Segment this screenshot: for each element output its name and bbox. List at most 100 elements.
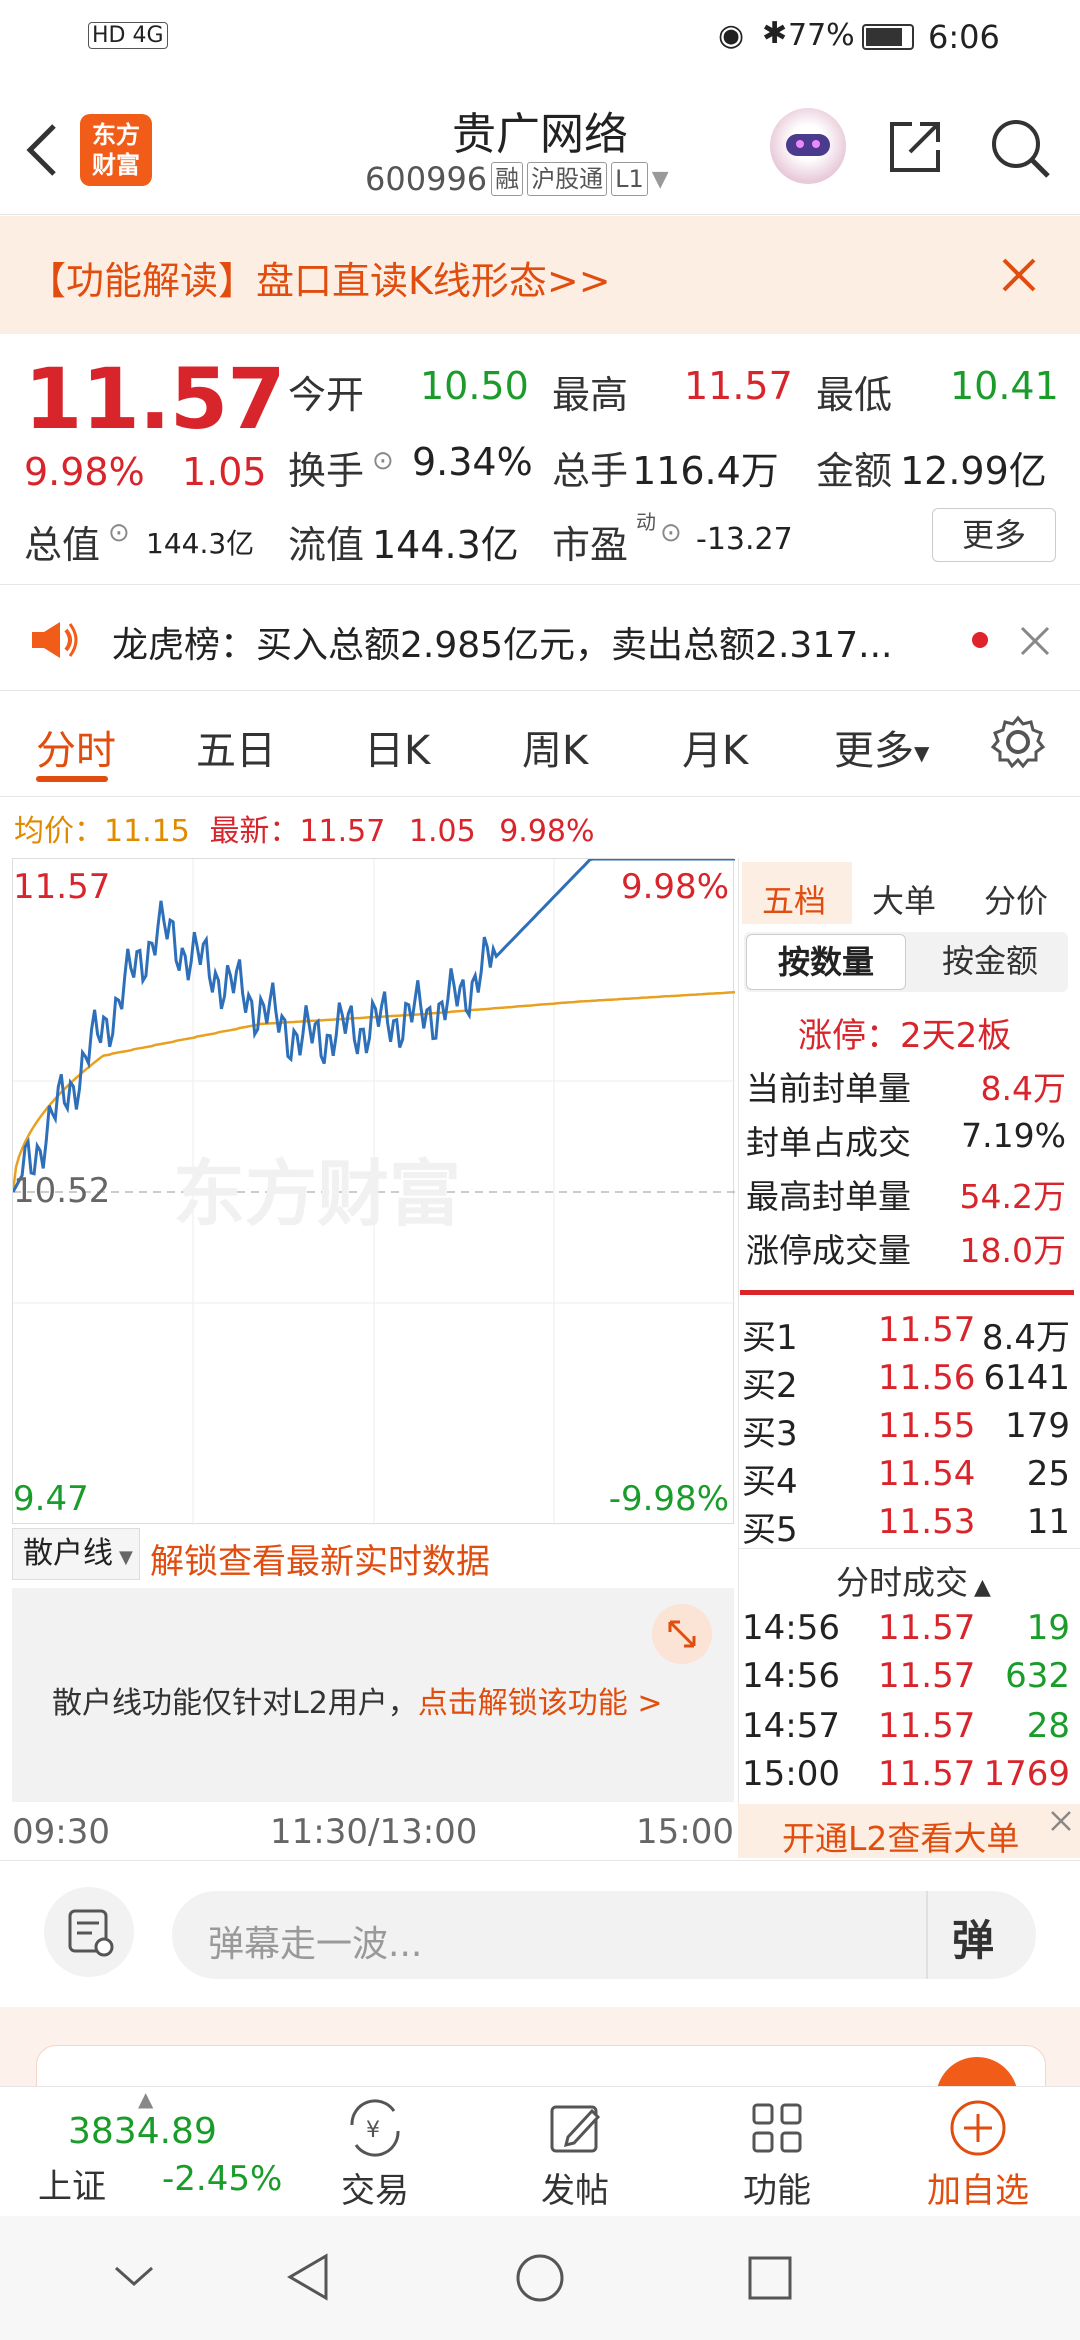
tab-more[interactable]: 更多▼ [834, 718, 929, 776]
divider [0, 796, 1080, 797]
l2-promo-bar[interactable]: 开通L2查看大单 [738, 1804, 1080, 1858]
assistant-avatar-icon[interactable] [770, 108, 846, 184]
share-icon[interactable] [884, 116, 946, 178]
intraday-chart[interactable]: 东方财富 11.57 9.98% 10.52 9.47 -9.98% [12, 858, 735, 1525]
last-value: 11.57 [299, 814, 386, 849]
search-icon[interactable] [988, 116, 1052, 180]
bid-row[interactable]: 买3 11.55 179 [740, 1406, 1070, 1454]
nav-add-watchlist[interactable]: 加自选 [918, 2097, 1038, 2212]
tab-five-level[interactable]: 五档 [762, 876, 826, 922]
note-icon[interactable] [44, 1887, 134, 1977]
bottom-nav: ▲ 3834.89 上证 -2.45% ¥ 交易 发帖 功能 加自选 [0, 2086, 1080, 2216]
amount-value: 12.99亿 [900, 449, 1047, 493]
ticks-title[interactable]: 分时成交 ▲ [836, 1556, 991, 1604]
y-mid-label: 10.52 [13, 1171, 111, 1211]
stock-code-line[interactable]: 600996 融 沪股通 L1 ▼ [365, 160, 669, 198]
home-icon[interactable] [514, 2252, 566, 2304]
close-icon[interactable] [1018, 624, 1052, 658]
open-value: 10.50 [420, 364, 529, 408]
stock-name: 贵广网络 [452, 109, 628, 160]
retail-line-selector[interactable]: 散户线 ▼ [12, 1528, 140, 1580]
close-icon[interactable] [1000, 256, 1038, 294]
info-icon[interactable]: ⊙ [108, 518, 130, 548]
eye-icon: ◉ [718, 18, 745, 53]
bid-separator [740, 1290, 1074, 1295]
notice-text[interactable]: 龙虎榜：买入总额2.985亿元，卖出总额2.317... [112, 616, 932, 668]
index-ticker[interactable]: ▲ 3834.89 上证 -2.45% [24, 2087, 284, 2217]
high-value: 11.57 [684, 364, 793, 408]
mktcap-value: 144.3亿 [146, 527, 255, 560]
tab-price-distribution[interactable]: 分价 [984, 876, 1048, 922]
open-label: 今开 [288, 373, 365, 417]
back-triangle-icon[interactable] [286, 2252, 330, 2302]
subtab-by-amount[interactable]: 按金额 [914, 934, 1066, 990]
unlock-realtime-link[interactable]: 解锁查看最新实时数据 [150, 1534, 490, 1583]
recents-icon[interactable] [746, 2254, 794, 2302]
tab-weekly-k[interactable]: 周K [522, 718, 588, 776]
tab-large-orders[interactable]: 大单 [872, 876, 936, 922]
tag-connect: 沪股通 [527, 162, 608, 196]
speaker-icon [32, 622, 78, 658]
turnover-label: 换手 [288, 449, 365, 493]
system-nav-bar [0, 2216, 1080, 2340]
current-price: 11.57 [24, 350, 286, 448]
last-change: 1.05 [408, 814, 476, 849]
bid-row[interactable]: 买5 11.53 11 [740, 1502, 1070, 1550]
unlock-feature-link[interactable]: 点击解锁该功能 > [418, 1686, 663, 1721]
tab-daily-k[interactable]: 日K [364, 718, 430, 776]
float-label: 流值 [288, 523, 365, 567]
settings-gear-icon[interactable] [990, 714, 1046, 770]
trade-icon: ¥ [350, 2099, 400, 2157]
eastmoney-logo: 东方 财富 [80, 114, 152, 186]
bid-row[interactable]: 买4 11.54 25 [740, 1454, 1070, 1502]
high-label: 最高 [552, 373, 629, 417]
chevron-down-icon[interactable] [112, 2262, 156, 2290]
info-icon[interactable]: ⊙ [660, 518, 682, 548]
tab-five-day[interactable]: 五日 [196, 718, 276, 776]
bid-row[interactable]: 买1 11.57 8.4万 [740, 1310, 1070, 1358]
notice-bar[interactable]: 龙虎榜：买入总额2.985亿元，卖出总额2.317... [0, 586, 1080, 690]
chart-watermark: 东方财富 [173, 1155, 461, 1235]
more-quote-button[interactable]: 更多 [932, 508, 1056, 562]
subtab-by-quantity[interactable]: 按数量 [746, 934, 906, 990]
stat-max-seal-value: 54.2万 [959, 1177, 1066, 1216]
add-circle-icon [950, 2100, 1006, 2156]
retail-line-panel: 散户线功能仅针对L2用户，点击解锁该功能 > [12, 1588, 734, 1802]
nav-functions[interactable]: 功能 [732, 2097, 822, 2212]
tag-margin: 融 [491, 162, 524, 196]
back-icon[interactable] [22, 122, 62, 178]
stat-seal-ratio-label: 封单占成交 [746, 1123, 911, 1162]
y-high-pct-label: 9.98% [620, 867, 729, 907]
grid-icon [752, 2103, 802, 2153]
info-icon[interactable]: ⊙ [372, 446, 394, 476]
status-bar: HD 4G ◉ ✱ 77% 6:06 [0, 0, 1080, 80]
danmu-input[interactable]: 弹幕走一波... 弹 [172, 1891, 1036, 1979]
index-name: 上证 [38, 2167, 106, 2207]
nav-post[interactable]: 发帖 [530, 2097, 620, 2212]
index-change: -2.45% [162, 2159, 283, 2199]
mktcap-label: 总值 [24, 523, 101, 567]
comment-bar: 弹幕走一波... 弹 [0, 1861, 1080, 2007]
expand-icon[interactable] [652, 1604, 712, 1664]
nav-trade[interactable]: ¥ 交易 [330, 2097, 420, 2212]
close-icon[interactable] [1048, 1808, 1074, 1834]
bid-row[interactable]: 买2 11.56 6141 [740, 1358, 1070, 1406]
intraday-chart-svg: 东方财富 [13, 859, 735, 1525]
x-label-close: 15:00 [636, 1812, 734, 1852]
y-low-label: 9.47 [13, 1479, 89, 1519]
clock: 6:06 [928, 18, 1000, 56]
tick-row: 14:56 11.57 632 [742, 1656, 1070, 1696]
l2-promo-text[interactable]: 开通L2查看大单 [782, 1812, 1019, 1860]
dropdown-icon: ▼ [651, 166, 669, 192]
banner-text[interactable]: 【功能解读】盘口直读K线形态>> [28, 250, 611, 305]
divider [738, 1548, 1080, 1549]
tab-monthly-k[interactable]: 月K [682, 718, 748, 776]
feature-banner[interactable]: 【功能解读】盘口直读K线形态>> [0, 216, 1080, 334]
x-label-open: 09:30 [12, 1812, 110, 1852]
danmu-toggle-button[interactable]: 弹 [952, 1907, 994, 1968]
divider [0, 584, 1080, 585]
battery-icon [862, 24, 914, 50]
last-pct: 9.98% [499, 814, 595, 849]
tab-intraday[interactable]: 分时 [36, 718, 116, 776]
signal-indicator: HD 4G [88, 22, 168, 49]
